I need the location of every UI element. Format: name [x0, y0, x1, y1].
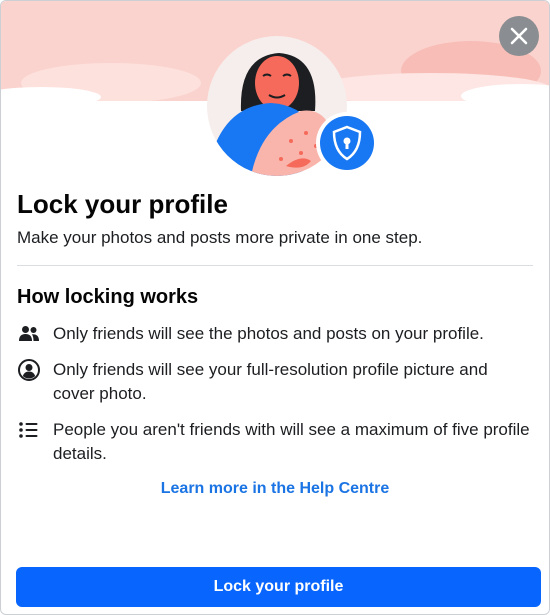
profile-circle-icon — [18, 359, 40, 381]
divider — [17, 265, 533, 266]
item-text: Only friends will see the photos and pos… — [53, 324, 484, 343]
friends-icon — [19, 326, 39, 341]
list-icon — [19, 422, 38, 438]
dialog-subtitle: Make your photos and posts more private … — [17, 228, 423, 247]
list-item: Only friends will see the photos and pos… — [17, 322, 533, 346]
lock-profile-button[interactable]: Lock your profile — [16, 567, 541, 607]
item-text: People you aren't friends with will see … — [53, 420, 530, 463]
dialog-title: Lock your profile — [17, 189, 228, 219]
dialog-body: Lock your profile Make your photos and p… — [17, 187, 533, 498]
lock-profile-dialog: Lock your profile Make your photos and p… — [0, 0, 550, 615]
lock-profile-illustration — [1, 1, 549, 176]
learn-more-link[interactable]: Learn more in the Help Centre — [17, 480, 533, 498]
list-item: Only friends will see your full-resoluti… — [17, 358, 533, 406]
list-item: People you aren't friends with will see … — [17, 418, 533, 466]
item-text: Only friends will see your full-resoluti… — [53, 360, 488, 403]
close-button[interactable] — [499, 16, 539, 56]
locking-info-list: Only friends will see the photos and pos… — [17, 322, 533, 466]
section-title: How locking works — [17, 286, 199, 308]
close-icon — [510, 27, 528, 45]
